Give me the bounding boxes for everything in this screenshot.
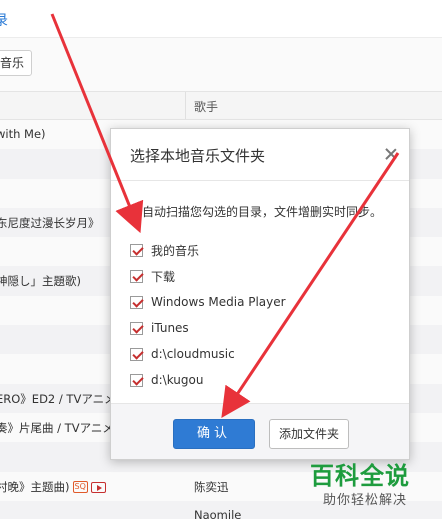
song-table-header: 歌手 bbox=[0, 91, 442, 120]
song-title: 东尼度过漫长岁月》 bbox=[0, 215, 100, 230]
mv-play-icon[interactable] bbox=[90, 481, 106, 493]
checkbox-checked[interactable] bbox=[130, 243, 143, 257]
folder-item-kugou[interactable]: d:\kugou bbox=[130, 367, 390, 393]
song-artist[interactable]: Naomile bbox=[194, 508, 241, 519]
song-title-with-tags: 村晚》主题曲) SQ bbox=[0, 479, 106, 495]
close-icon[interactable] bbox=[383, 146, 399, 162]
folder-item-downloads[interactable]: 下载 bbox=[130, 263, 390, 289]
checkbox-checked[interactable] bbox=[130, 295, 143, 309]
dialog-header: 选择本地音乐文件夹 bbox=[111, 129, 409, 181]
checkbox-checked[interactable] bbox=[130, 321, 143, 335]
watermark-subtitle: 助你轻松解决 bbox=[323, 493, 408, 508]
top-link[interactable]: 录 bbox=[0, 10, 8, 30]
song-title: 村晚》主题曲) bbox=[0, 479, 70, 494]
dialog-title: 选择本地音乐文件夹 bbox=[130, 147, 266, 165]
folder-label: 下载 bbox=[151, 269, 176, 284]
folder-label: d:\cloudmusic bbox=[151, 347, 235, 361]
checkbox-checked[interactable] bbox=[130, 347, 143, 361]
folder-item-windows-media-player[interactable]: Windows Media Player bbox=[130, 289, 390, 315]
sq-badge: SQ bbox=[72, 481, 88, 494]
select-local-folder-dialog: 选择本地音乐文件夹 将自动扫描您勾选的目录，文件增删实时同步。 我的音乐 下载 … bbox=[110, 128, 410, 460]
folder-item-my-music[interactable]: 我的音乐 bbox=[130, 237, 390, 263]
top-bar: 录 bbox=[0, 0, 442, 38]
song-artist[interactable]: 陈奕迅 bbox=[194, 479, 229, 495]
dialog-footer: 确认 添加文件夹 bbox=[111, 403, 409, 459]
folder-item-cloudmusic[interactable]: d:\cloudmusic bbox=[130, 341, 390, 367]
confirm-button[interactable]: 确认 bbox=[173, 419, 255, 449]
baike-watermark-logo: 百科全说 助你轻松解决 bbox=[310, 456, 438, 514]
watermark-title: 百科全说 bbox=[310, 462, 410, 490]
column-divider[interactable] bbox=[185, 92, 186, 119]
song-title: ERO》ED2 / TVアニメ bbox=[0, 391, 116, 406]
folder-list: 我的音乐 下载 Windows Media Player iTunes d:\c… bbox=[130, 237, 390, 393]
song-title: 神隠し」主題歌) bbox=[0, 274, 81, 289]
folder-label: d:\kugou bbox=[151, 373, 204, 387]
folder-label: iTunes bbox=[151, 321, 189, 335]
column-artist[interactable]: 歌手 bbox=[194, 98, 218, 115]
song-title: with Me) bbox=[0, 127, 46, 141]
folder-label: Windows Media Player bbox=[151, 295, 286, 309]
song-title: 奏》片尾曲 / TVアニメ bbox=[0, 420, 114, 435]
dialog-description: 将自动扫描您勾选的目录，文件增删实时同步。 bbox=[130, 205, 383, 219]
add-folder-button[interactable]: 添加文件夹 bbox=[269, 419, 349, 449]
checkbox-checked[interactable] bbox=[130, 373, 143, 387]
local-music-button[interactable]: 音乐 bbox=[0, 50, 32, 76]
checkbox-checked[interactable] bbox=[130, 269, 143, 283]
folder-item-itunes[interactable]: iTunes bbox=[130, 315, 390, 341]
folder-label: 我的音乐 bbox=[151, 243, 200, 258]
